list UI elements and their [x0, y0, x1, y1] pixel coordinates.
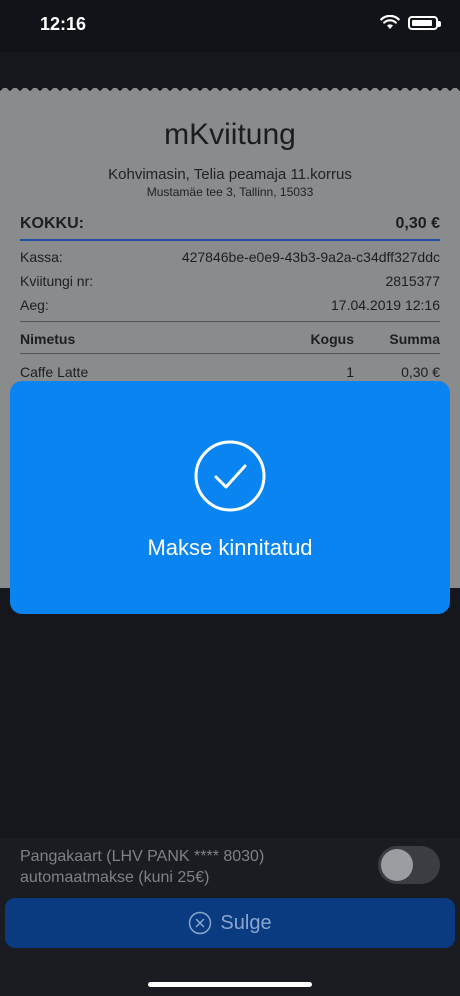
- autopay-limit: automaatmakse (kuni 25€): [20, 869, 210, 886]
- bottom-panel: Pangakaart (LHV PANK **** 8030) automaat…: [0, 838, 460, 996]
- total-value: 0,30 €: [395, 215, 440, 232]
- field-value: 17.04.2019 12:16: [331, 297, 440, 313]
- field-row: Aeg: 17.04.2019 12:16: [20, 297, 440, 313]
- field-value: 2815377: [385, 273, 440, 289]
- field-row: Kviitungi nr: 2815377: [20, 273, 440, 289]
- shop-address: Mustamäe tee 3, Tallinn, 15033: [146, 185, 314, 199]
- field-label: Aeg:: [20, 297, 49, 313]
- wifi-icon: [380, 15, 400, 30]
- column-qty: Kogus: [310, 331, 354, 347]
- home-indicator[interactable]: [148, 982, 312, 987]
- close-button-label: Sulge: [220, 911, 272, 934]
- item-qty: 1: [346, 364, 354, 380]
- status-icons: [380, 15, 441, 30]
- toggle-knob: [381, 849, 413, 881]
- column-name: Nimetus: [20, 331, 76, 347]
- item-name: Caffe Latte: [20, 364, 89, 380]
- status-bar: 12:16: [0, 0, 460, 52]
- receipt-title: mKviitung: [164, 118, 296, 151]
- total-label: KOKKU:: [20, 215, 84, 232]
- status-time: 12:16: [40, 14, 87, 34]
- checkmark-circle-icon: [194, 440, 266, 512]
- autopay-toggle[interactable]: [378, 846, 440, 884]
- autopay-label: Pangakaart (LHV PANK **** 8030) automaat…: [20, 846, 264, 888]
- items-header: Nimetus Kogus Summa: [20, 331, 440, 354]
- field-row: Kassa: 427846be-e0e9-43b3-9a2a-c34dff327…: [20, 249, 440, 265]
- close-circle-icon: [189, 911, 212, 935]
- column-sum: Summa: [389, 331, 440, 347]
- battery-icon: [408, 15, 441, 30]
- receipt-edge: [0, 84, 460, 94]
- field-label: Kviitungi nr:: [20, 273, 94, 289]
- total-row: KOKKU: 0,30 €: [20, 215, 440, 241]
- shop-name: Kohvimasin, Telia peamaja 11.korrus: [108, 166, 352, 183]
- item-sum: 0,30 €: [401, 364, 440, 380]
- field-label: Kassa:: [20, 249, 63, 265]
- payment-confirmed-dialog: Makse kinnitatud: [10, 381, 450, 614]
- close-button[interactable]: Sulge: [5, 898, 455, 948]
- field-value: 427846be-e0e9-43b3-9a2a-c34dff327ddc: [181, 249, 440, 265]
- dialog-message: Makse kinnitatud: [147, 535, 313, 560]
- autopay-card: Pangakaart (LHV PANK **** 8030): [20, 848, 265, 865]
- divider: [20, 321, 440, 322]
- list-item: Caffe Latte 1 0,30 €: [20, 364, 440, 380]
